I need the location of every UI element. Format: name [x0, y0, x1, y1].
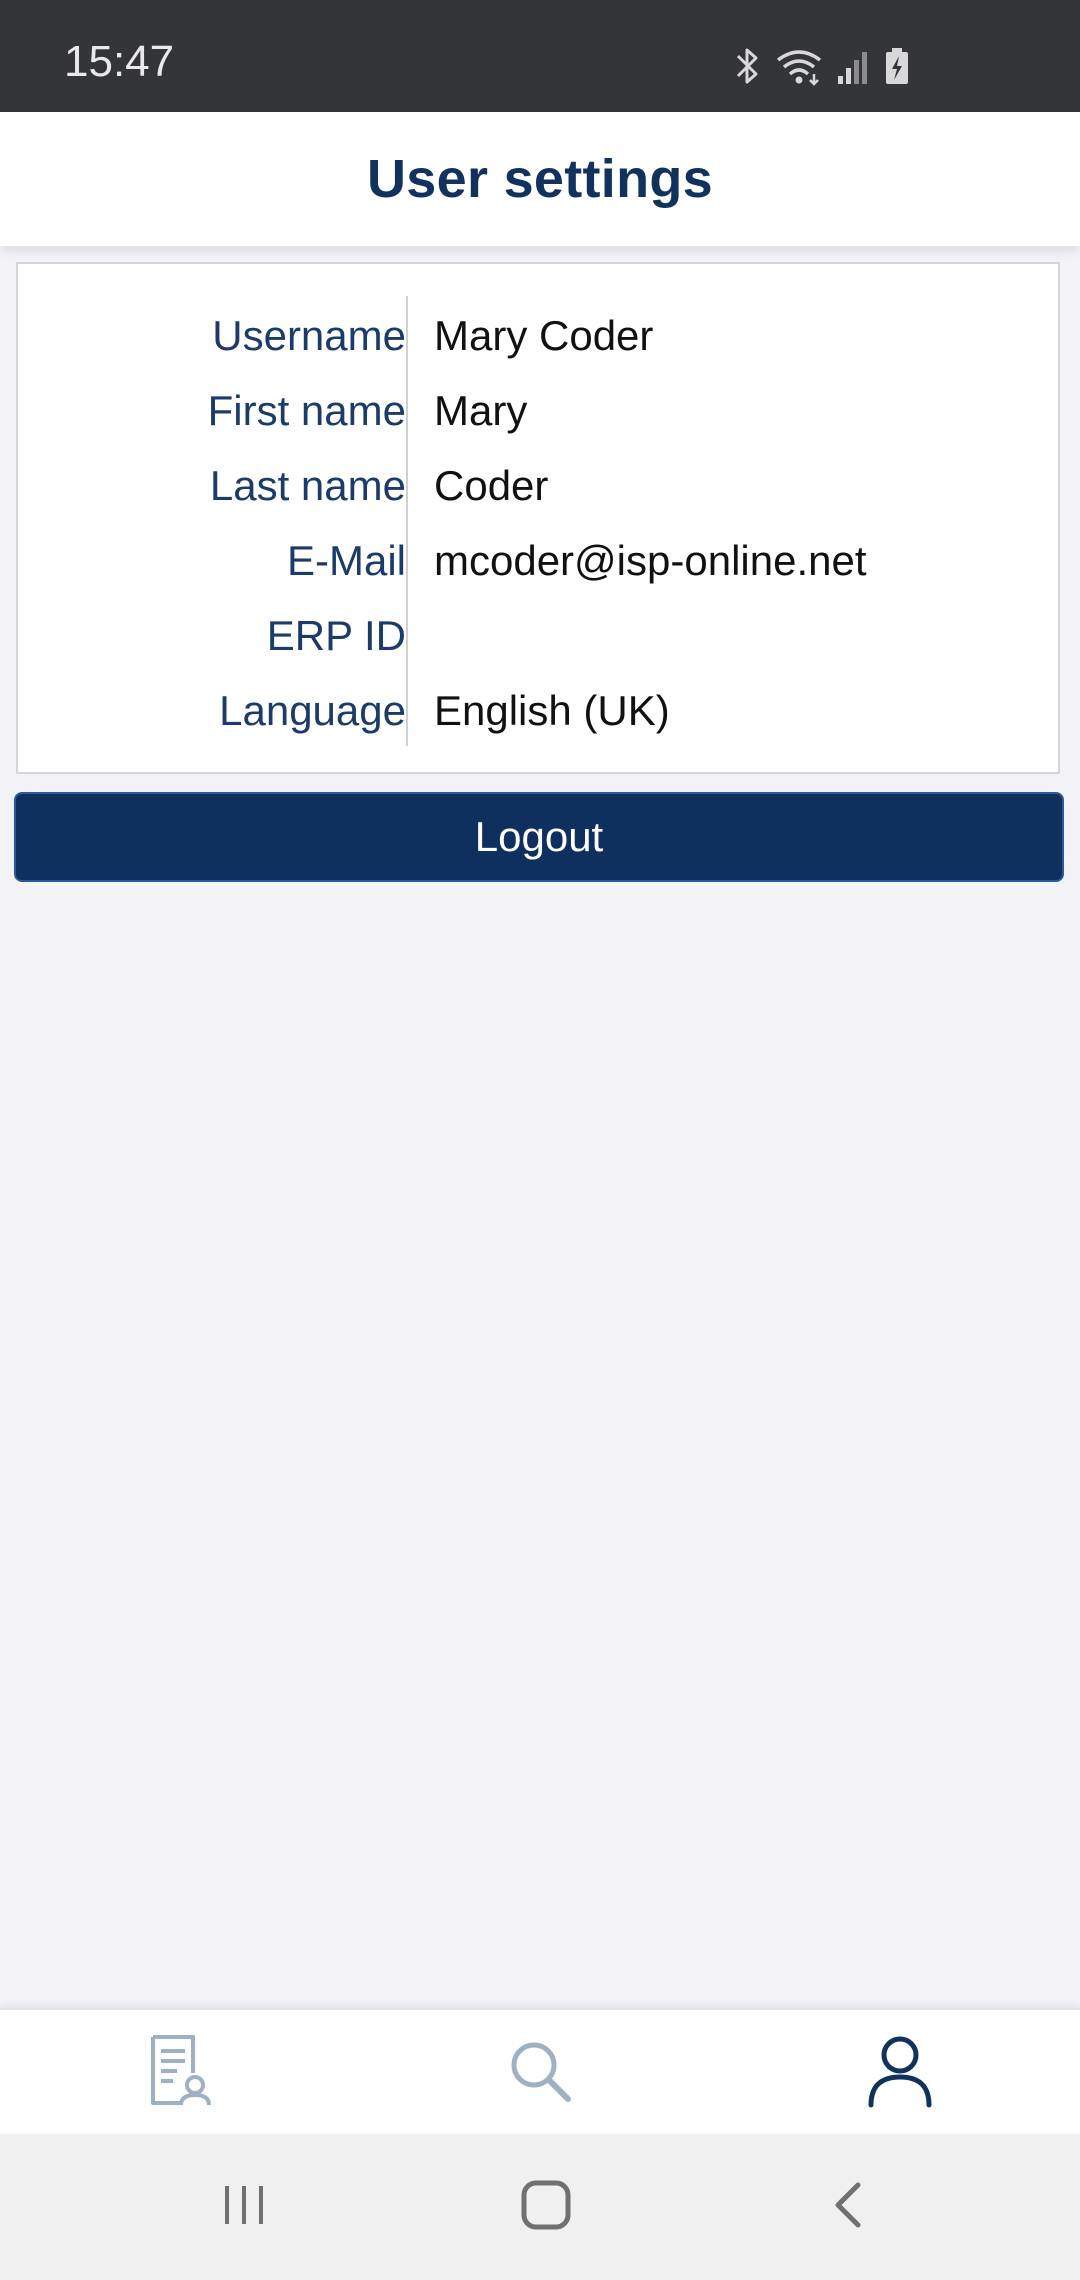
nav-item-documents[interactable] — [0, 2010, 360, 2136]
bluetooth-icon — [732, 46, 762, 86]
first-name-label: First name — [207, 386, 406, 434]
recent-apps-icon — [219, 2180, 269, 2235]
language-value: English (UK) — [434, 686, 670, 734]
info-row-email: E-Mail mcoder@isp-online.net — [18, 523, 1058, 598]
battery-charging-icon — [884, 46, 910, 86]
home-icon — [520, 2179, 572, 2236]
system-nav-bar — [0, 2134, 1080, 2280]
info-row-language: Language English (UK) — [18, 673, 1058, 748]
user-info-card: Username Mary Coder First name Mary Last… — [16, 262, 1060, 774]
last-name-value: Coder — [434, 461, 549, 509]
logout-button[interactable]: Logout — [14, 792, 1064, 882]
first-name-value: Mary — [434, 386, 528, 434]
nav-item-search[interactable] — [360, 2010, 720, 2136]
signal-icon — [836, 46, 872, 86]
status-icons — [732, 44, 910, 88]
email-label: E-Mail — [286, 536, 406, 584]
user-icon — [865, 2033, 935, 2114]
info-row-last-name: Last name Coder — [18, 448, 1058, 523]
erp-id-label: ERP ID — [266, 611, 406, 659]
info-row-first-name: First name Mary — [18, 373, 1058, 448]
status-time: 15:47 — [64, 37, 175, 86]
wifi-icon — [774, 46, 824, 86]
home-button[interactable] — [446, 2134, 646, 2280]
info-row-erp-id: ERP ID — [18, 598, 1058, 673]
recent-apps-button[interactable] — [144, 2134, 344, 2280]
language-label: Language — [219, 686, 406, 734]
status-bar: 15:47 — [0, 0, 1080, 112]
app-header: User settings — [0, 112, 1080, 246]
username-value: Mary Coder — [434, 311, 654, 359]
search-icon — [504, 2035, 576, 2112]
page-title: User settings — [366, 149, 713, 209]
back-button[interactable] — [748, 2134, 948, 2280]
email-value: mcoder@isp-online.net — [434, 536, 867, 584]
last-name-label: Last name — [209, 461, 406, 509]
back-icon — [828, 2179, 868, 2236]
bottom-nav — [0, 2008, 1080, 2136]
username-label: Username — [212, 311, 406, 359]
info-row-username: Username Mary Coder — [18, 298, 1058, 373]
nav-item-user[interactable] — [720, 2010, 1080, 2136]
document-user-icon — [145, 2033, 215, 2114]
